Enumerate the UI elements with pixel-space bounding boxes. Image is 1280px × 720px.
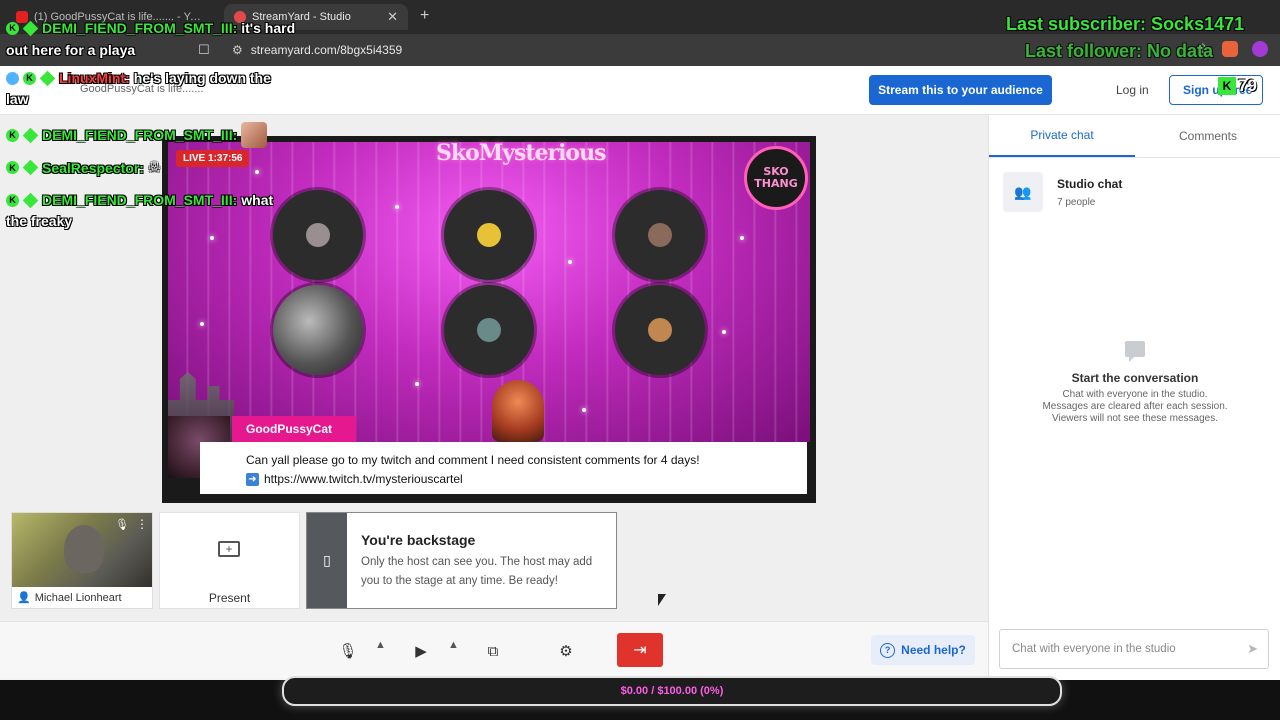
studio-chat-title: Studio chat — [1057, 176, 1123, 191]
present-label: Present — [208, 591, 251, 605]
door-icon: ▯ — [307, 513, 347, 608]
close-tab-icon[interactable]: ✕ — [387, 9, 398, 25]
participant-disc — [444, 285, 534, 375]
backstage-title: You're backstage — [361, 532, 476, 548]
present-tile[interactable]: + Present — [159, 512, 300, 609]
stream-to-audience-button[interactable]: Stream this to your audience — [869, 75, 1052, 105]
overlay-chat-line: K SealRespector: ☠ — [6, 159, 161, 176]
studio-chat-count: 7 people — [1057, 196, 1096, 208]
participant-disc — [615, 190, 705, 280]
chat-panel: Private chat Comments 👥 Studio chat 7 pe… — [988, 115, 1280, 680]
tab-comments[interactable]: Comments — [1135, 115, 1280, 157]
participant-disc — [273, 190, 363, 280]
present-screen-icon: + — [218, 541, 240, 557]
more-options-icon[interactable]: ⋮ — [136, 517, 148, 531]
kick-icon: K — [1218, 77, 1236, 95]
bookmark-icon[interactable]: ☐ — [198, 42, 210, 58]
need-help-button[interactable]: ? Need help? — [871, 635, 975, 665]
leave-studio-button[interactable]: ⇥ — [617, 633, 663, 667]
microphone-button[interactable]: 🎙 — [337, 634, 359, 668]
comment-link: https://www.twitch.tv/mysteriouscartel — [264, 472, 463, 486]
exit-icon: ⇥ — [633, 642, 647, 659]
login-link[interactable]: Log in — [1116, 83, 1149, 97]
comment-message: Can yall please go to my twitch and comm… — [246, 453, 700, 467]
arrow-right-icon: ➜ — [246, 473, 259, 486]
stream-logo: SKO THANG — [744, 146, 808, 210]
emote-icon — [241, 122, 268, 148]
url-text: streamyard.com/8bgx5i4359 — [250, 43, 403, 57]
participant-tile[interactable]: 🎙 ⋮ 👤 Michael Lionheart — [11, 512, 153, 609]
overlay-chat-line: out here for a playa — [6, 42, 136, 58]
microphone-icon[interactable]: 🎙 — [115, 518, 129, 531]
participant-name: Michael Lionheart — [34, 591, 122, 604]
share-screen-icon: ⧉ — [487, 642, 499, 660]
donation-goal-bar: $0.00 / $100.00 (0%) — [282, 676, 1062, 706]
chat-input-box: ➤ — [999, 629, 1269, 669]
overlay-chat-line: K DEMI_FIEND_FROM_SMT_III: it's hard — [6, 20, 295, 36]
people-icon: 👥 — [1003, 172, 1043, 212]
overlay-chat-line: K DEMI_FIEND_FROM_SMT_III: — [6, 122, 268, 148]
overlay-chat-line: law — [6, 91, 29, 107]
mouse-cursor — [658, 594, 666, 606]
chevron-up-icon[interactable]: ▲ — [375, 639, 386, 651]
site-settings-icon[interactable]: ⚙ — [232, 43, 243, 57]
chat-input[interactable] — [1010, 642, 1248, 656]
rewards-icon[interactable] — [1252, 41, 1268, 57]
chevron-up-icon[interactable]: ▲ — [448, 639, 459, 651]
person-icon: 👤 — [17, 592, 31, 604]
comment-link-row: ➜ https://www.twitch.tv/mysteriouscartel — [246, 470, 807, 489]
overlay-chat-line: K DEMI_FIEND_FROM_SMT_III: what — [6, 192, 273, 208]
need-help-label: Need help? — [901, 643, 966, 657]
message-icon — [1125, 341, 1145, 362]
live-timer-badge: LIVE 1:37:56 — [176, 150, 250, 167]
share-screen-button[interactable]: ⧉ — [482, 634, 504, 668]
donation-goal-text: $0.00 / $100.00 (0%) — [620, 685, 724, 697]
skull-icon: ☠ — [147, 159, 161, 175]
overlay-under-text: GoodPussyCat is life....... — [80, 83, 204, 95]
participant-name-row: 👤 Michael Lionheart — [12, 587, 152, 608]
comment-author: GoodPussyCat — [232, 416, 356, 442]
participant-disc — [444, 190, 534, 280]
participant-disc — [615, 285, 705, 375]
viewer-count: K 79 — [1218, 76, 1257, 96]
help-icon: ? — [880, 642, 896, 658]
comment-body: Can yall please go to my twitch and comm… — [200, 442, 807, 494]
url-field[interactable]: ⚙ streamyard.com/8bgx5i4359 — [222, 39, 862, 61]
empty-chat-state: Start the conversation Chat with everyon… — [989, 341, 1280, 425]
send-icon[interactable]: ➤ — [1247, 641, 1258, 657]
studio-chat-item[interactable]: 👥 Studio chat 7 people — [1003, 172, 1122, 212]
camera-button[interactable]: ▶ — [410, 634, 432, 668]
participant-disc — [273, 285, 363, 375]
last-follower-text: Last follower: No data — [1025, 41, 1214, 61]
microphone-icon: 🎙 — [338, 643, 358, 660]
brave-shield-icon[interactable] — [1222, 41, 1238, 57]
tab-private-chat[interactable]: Private chat — [989, 115, 1135, 157]
gear-icon: ⚙ — [559, 643, 573, 660]
overlay-chat-line: the freaky — [6, 213, 73, 229]
camera-icon: ▶ — [415, 643, 427, 660]
new-tab-icon[interactable]: + — [420, 7, 429, 25]
stream-brand-title: SkoMysterious — [436, 140, 606, 166]
settings-button[interactable]: ⚙ — [555, 634, 577, 668]
last-subscriber-text: Last subscriber: Socks1471 — [1006, 14, 1245, 34]
studio-controls: 🎙 ▲ ▶ ▲ ⧉ ⚙ — [0, 621, 988, 678]
backstage-notice: ▯ You're backstage Only the host can see… — [306, 512, 617, 609]
empty-chat-description: Chat with everyone in the studio. Messag… — [1042, 389, 1228, 424]
empty-chat-title: Start the conversation — [1071, 371, 1199, 385]
backstage-description: Only the host can see you. The host may … — [361, 556, 593, 587]
character-graphic — [492, 380, 544, 442]
